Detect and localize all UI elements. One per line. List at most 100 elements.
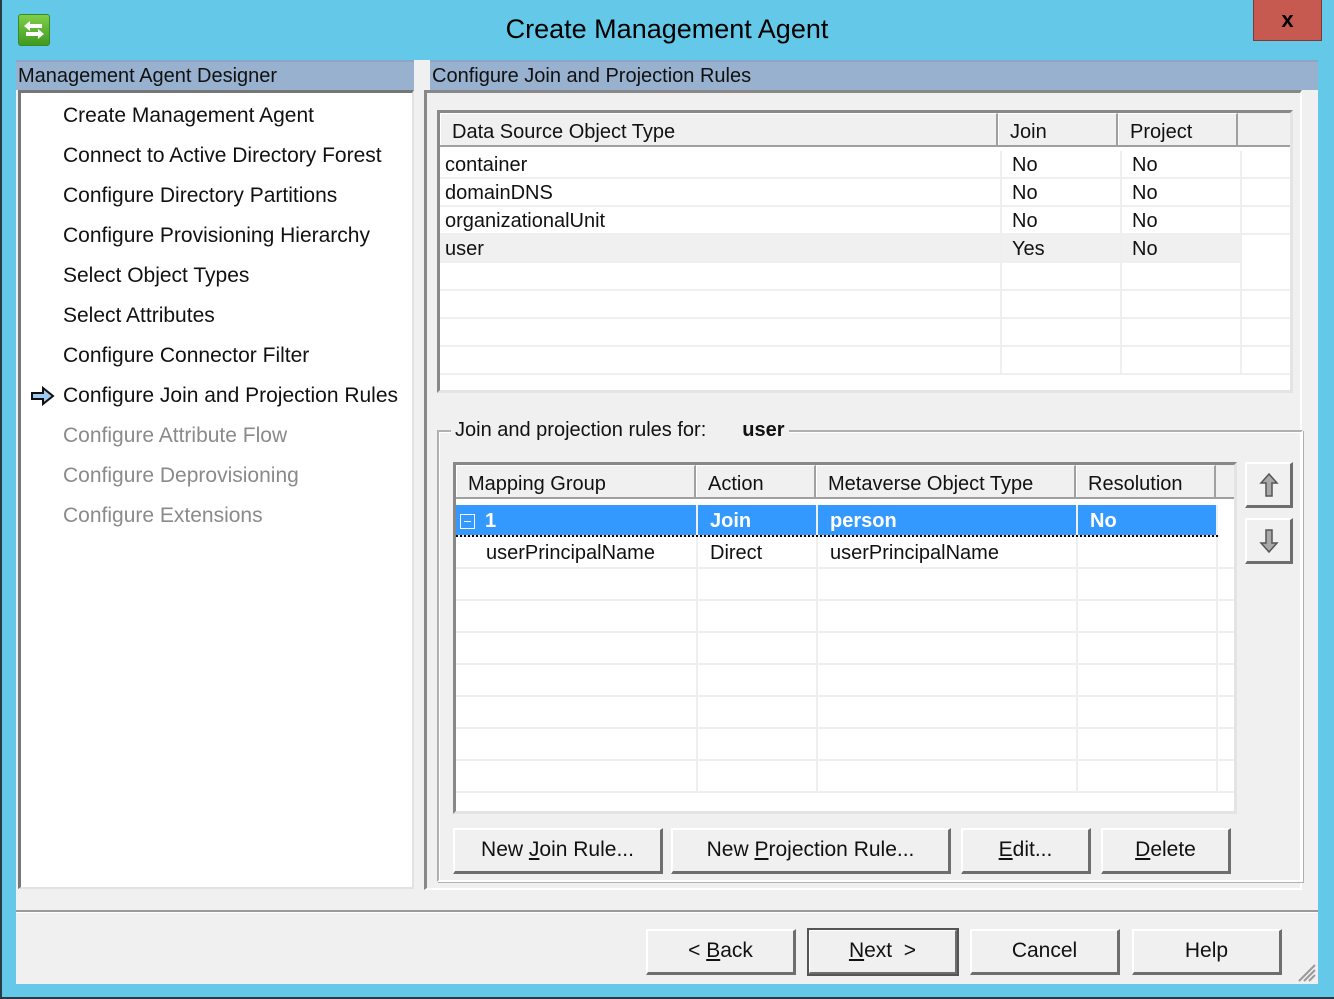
step-select-object-types[interactable]: Select Object Types <box>63 261 249 291</box>
table-row[interactable]: container No No <box>440 151 1290 179</box>
step-connector-filter[interactable]: Configure Connector Filter <box>63 341 309 371</box>
mapping-group-value: 1 <box>485 510 497 532</box>
cell-mapping-group: userPrincipalName <box>456 537 698 567</box>
step-create-management-agent[interactable]: Create Management Agent <box>63 101 314 131</box>
empty-row <box>456 729 1234 761</box>
column-header-metaverse-type[interactable]: Metaverse Object Type <box>816 465 1076 497</box>
empty-row <box>440 263 1290 291</box>
cell-project: No <box>1122 151 1242 177</box>
accelerator-key: E <box>998 838 1013 861</box>
table-header: Data Source Object Type Join Project <box>440 113 1290 147</box>
help-button[interactable]: Help <box>1132 929 1282 975</box>
column-header-mapping-group[interactable]: Mapping Group <box>456 465 696 497</box>
cell-action: Direct <box>698 537 818 567</box>
edit-button[interactable]: Edit... <box>961 828 1091 874</box>
cell-metaverse-type: person <box>818 505 1078 535</box>
empty-row <box>456 601 1234 633</box>
footer-separator <box>16 910 1318 913</box>
label-part: dit... <box>1012 838 1053 861</box>
rules-for-object-type: user <box>742 419 785 441</box>
table-row-selected[interactable]: user Yes No <box>440 235 1242 263</box>
page-title: Configure Join and Projection Rules <box>430 60 1318 90</box>
cell-join: No <box>1002 151 1122 177</box>
cell-join: No <box>1002 207 1122 233</box>
cell-object-type: domainDNS <box>440 179 1002 205</box>
rule-row[interactable]: userPrincipalName Direct userPrincipalNa… <box>456 537 1234 569</box>
accelerator-key: P <box>754 838 769 861</box>
cell-action: Join <box>698 505 818 535</box>
back-button[interactable]: < Back <box>646 929 796 975</box>
new-projection-rule-button[interactable]: New Projection Rule... <box>671 828 951 874</box>
cell-object-type: user <box>440 235 1002 261</box>
cell-resolution: No <box>1078 505 1218 535</box>
wizard-steps-list: Create Management Agent Connect to Activ… <box>18 90 414 889</box>
move-down-button[interactable] <box>1245 518 1293 564</box>
cell-join: Yes <box>1002 235 1122 261</box>
step-directory-partitions[interactable]: Configure Directory Partitions <box>63 181 337 211</box>
step-provisioning-hierarchy[interactable]: Configure Provisioning Hierarchy <box>63 221 370 251</box>
label-part: ack <box>720 939 753 962</box>
close-button[interactable]: x <box>1253 0 1322 41</box>
join-projection-rules-table[interactable]: Mapping Group Action Metaverse Object Ty… <box>453 462 1237 814</box>
label-part: rojection Rule... <box>768 838 915 861</box>
cell-object-type: container <box>440 151 1002 177</box>
empty-row <box>440 291 1290 319</box>
rules-group: Join and projection rules for: user Mappi… <box>437 417 1303 882</box>
label-part: < <box>688 939 707 962</box>
column-header-join[interactable]: Join <box>998 113 1118 145</box>
rules-for-label: Join and projection rules for: <box>455 419 707 441</box>
cell-metaverse-type: userPrincipalName <box>818 537 1078 567</box>
step-attribute-flow: Configure Attribute Flow <box>63 424 288 447</box>
new-join-rule-button[interactable]: New Join Rule... <box>453 828 663 874</box>
object-types-table[interactable]: Data Source Object Type Join Project con… <box>437 110 1293 393</box>
accelerator-key: N <box>848 939 865 962</box>
empty-row <box>456 569 1234 601</box>
rules-group-label: Join and projection rules for: user <box>451 417 789 443</box>
accelerator-key: B <box>706 939 721 962</box>
accelerator-key: D <box>1135 838 1151 861</box>
label-part: ext > <box>864 939 917 962</box>
close-icon: x <box>1281 7 1294 32</box>
cell-project: No <box>1122 179 1242 205</box>
content-panel: Data Source Object Type Join Project con… <box>424 90 1303 890</box>
label-part: oin Rule... <box>539 838 634 861</box>
rule-row-selected[interactable]: 1 Join person No <box>456 505 1218 537</box>
empty-row <box>440 319 1290 347</box>
step-connect-ad-forest[interactable]: Connect to Active Directory Forest <box>63 141 382 171</box>
column-header-object-type[interactable]: Data Source Object Type <box>440 113 998 145</box>
cell-resolution <box>1078 537 1218 567</box>
table-row[interactable]: domainDNS No No <box>440 179 1290 207</box>
empty-row <box>440 347 1290 375</box>
cell-join: No <box>1002 179 1122 205</box>
column-header-resolution[interactable]: Resolution <box>1076 465 1216 497</box>
cell-project: No <box>1122 235 1242 261</box>
step-select-attributes[interactable]: Select Attributes <box>63 301 215 331</box>
empty-row <box>456 633 1234 665</box>
cancel-button[interactable]: Cancel <box>970 929 1120 975</box>
cell-mapping-group: 1 <box>456 505 698 535</box>
cell-project: No <box>1122 207 1242 233</box>
window-title: Create Management Agent <box>505 14 829 44</box>
step-deprovisioning: Configure Deprovisioning <box>63 464 299 487</box>
move-up-button[interactable] <box>1245 462 1293 508</box>
resize-grip-icon[interactable] <box>1294 960 1316 982</box>
collapse-icon[interactable] <box>460 514 475 529</box>
step-join-projection-rules[interactable]: Configure Join and Projection Rules <box>63 381 398 411</box>
sidebar-header: Management Agent Designer <box>16 60 414 90</box>
empty-row <box>456 665 1234 697</box>
step-extensions: Configure Extensions <box>63 504 263 527</box>
empty-row <box>456 697 1234 729</box>
column-header-action[interactable]: Action <box>696 465 816 497</box>
delete-button[interactable]: Delete <box>1101 828 1231 874</box>
next-button[interactable]: Next > <box>807 928 959 976</box>
label-part: New <box>481 838 529 861</box>
empty-row <box>456 761 1234 793</box>
table-row[interactable]: organizationalUnit No No <box>440 207 1290 235</box>
table-header: Mapping Group Action Metaverse Object Ty… <box>456 465 1234 499</box>
label-part: New <box>706 838 755 861</box>
column-header-project[interactable]: Project <box>1118 113 1238 145</box>
cell-object-type: organizationalUnit <box>440 207 1002 233</box>
accelerator-key: J <box>528 838 540 861</box>
arrow-down-icon <box>1258 528 1279 553</box>
arrow-up-icon <box>1258 472 1279 497</box>
